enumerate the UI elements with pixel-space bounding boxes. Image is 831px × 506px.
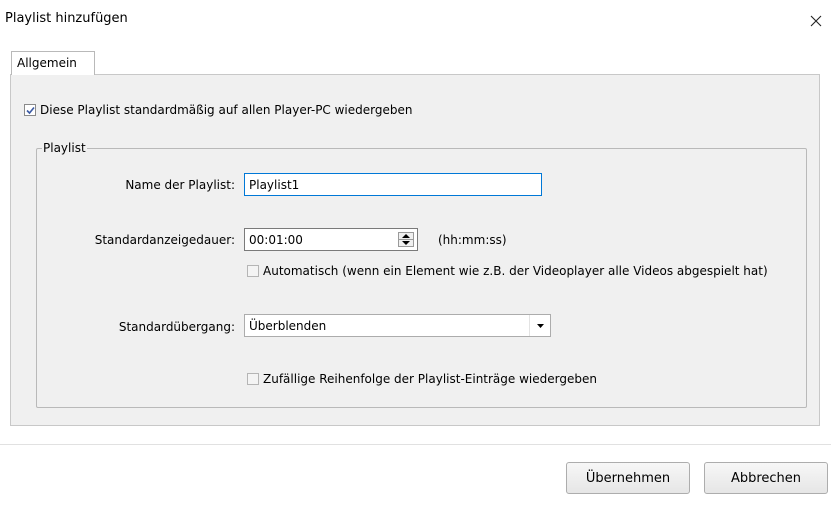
cancel-button[interactable]: Abbrechen (704, 462, 828, 494)
duration-format-hint: (hh:mm:ss) (438, 233, 507, 247)
spin-down-icon (402, 241, 410, 245)
duration-input[interactable]: 00:01:00 (244, 228, 418, 251)
check-mark-icon (26, 106, 35, 115)
automatic-duration-checkbox[interactable] (247, 265, 259, 277)
apply-button[interactable]: Übernehmen (566, 462, 690, 494)
tab-label: Allgemein (17, 56, 77, 70)
random-order-checkbox[interactable] (247, 373, 259, 385)
close-icon (810, 15, 822, 27)
duration-spinner[interactable] (398, 232, 414, 247)
transition-value: Überblenden (249, 319, 327, 333)
window-title: Playlist hinzufügen (5, 11, 128, 26)
title-bar: Playlist hinzufügen (0, 0, 831, 40)
tab-allgemein[interactable]: Allgemein (11, 51, 95, 75)
playlist-name-input[interactable]: Playlist1 (244, 173, 542, 196)
close-button[interactable] (801, 8, 831, 34)
transition-label: Standardübergang: (118, 320, 235, 334)
duration-label: Standardanzeigedauer: (94, 233, 235, 247)
automatic-duration-label: Automatisch (wenn ein Element wie z.B. d… (263, 264, 768, 278)
default-play-label: Diese Playlist standardmäßig auf allen P… (40, 103, 413, 117)
chevron-down-icon (536, 323, 544, 328)
playlist-name-label: Name der Playlist: (125, 178, 235, 192)
spin-up-icon (402, 234, 410, 238)
dropdown-arrow[interactable] (529, 315, 550, 336)
tab-panel: Diese Playlist standardmäßig auf allen P… (10, 74, 820, 426)
playlist-name-value: Playlist1 (249, 178, 300, 192)
footer-separator (0, 444, 831, 445)
transition-select[interactable]: Überblenden (244, 314, 551, 337)
default-play-checkbox[interactable] (24, 104, 36, 116)
dialog-window: Playlist hinzufügen Allgemein Diese Play… (0, 0, 831, 506)
random-order-label: Zufällige Reihenfolge der Playlist-Eintr… (263, 372, 597, 386)
playlist-group-title: Playlist (42, 141, 87, 155)
duration-value: 00:01:00 (249, 233, 303, 247)
